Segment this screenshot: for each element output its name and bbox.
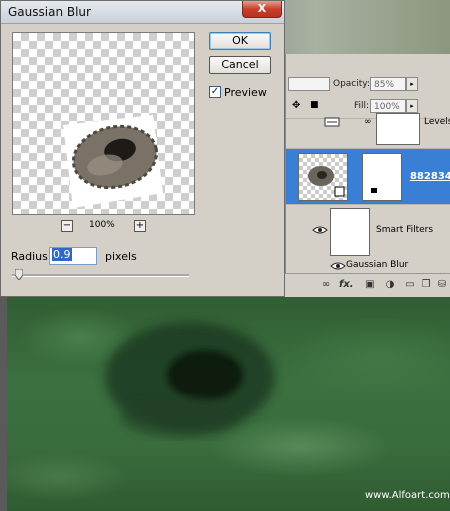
preview-checkbox[interactable]: ✓ bbox=[209, 86, 221, 98]
tire-preview-image bbox=[63, 115, 163, 208]
layer-smart-object[interactable]: 882834... bbox=[286, 148, 450, 205]
group-icon[interactable]: ▭ bbox=[403, 278, 417, 292]
cancel-button[interactable]: Cancel bbox=[209, 56, 271, 74]
layer-mask-thumbnail bbox=[362, 153, 402, 201]
opacity-row: Opacity: 85% ▸ bbox=[286, 74, 450, 96]
gaussian-blur-filter-row[interactable]: Gaussian Blur bbox=[286, 258, 450, 274]
smart-filters-row[interactable]: Smart Filters bbox=[286, 204, 450, 259]
radius-value: 0.9 bbox=[52, 248, 72, 261]
layer-name: Smart Filters bbox=[376, 225, 434, 235]
radius-input[interactable]: 0.9 bbox=[49, 247, 97, 265]
opacity-label: Opacity: bbox=[333, 79, 370, 89]
dialog-title: Gaussian Blur bbox=[8, 5, 91, 19]
layer-name: Gaussian Blur bbox=[346, 260, 409, 270]
move-lock-icon[interactable]: ✥ bbox=[292, 100, 300, 111]
watermark: www.Alfoart.com bbox=[365, 490, 450, 501]
fill-arrow-icon[interactable]: ▸ bbox=[406, 99, 418, 113]
lock-icon[interactable]: ■ bbox=[310, 100, 319, 110]
zoom-out-button[interactable]: − bbox=[61, 220, 73, 232]
zoom-level: 100% bbox=[89, 220, 115, 230]
fill-label: Fill: bbox=[354, 101, 370, 111]
blurred-tire-image bbox=[105, 322, 275, 437]
radius-slider-thumb[interactable] bbox=[14, 269, 23, 280]
opacity-input[interactable]: 85% bbox=[370, 77, 406, 91]
layer-name[interactable]: 882834... bbox=[410, 171, 450, 182]
canvas-image: www.Alfoart.com bbox=[0, 297, 450, 511]
pixels-label: pixels bbox=[105, 250, 137, 263]
layers-panel: Opacity: 85% ▸ ✥ ■ Fill: 100% ▸ ∞ Levels bbox=[285, 54, 450, 297]
preview-label: Preview bbox=[224, 86, 267, 99]
layer-name: Levels bbox=[424, 117, 450, 127]
layer-thumbnail bbox=[298, 153, 348, 201]
ok-button[interactable]: OK bbox=[209, 32, 271, 50]
mask-mark bbox=[371, 188, 377, 193]
fill-input[interactable]: 100% bbox=[370, 99, 406, 113]
layers-bottom-toolbar: ∞ fx. ▣ ◑ ▭ ❐ ⛁ bbox=[285, 273, 450, 298]
smart-filter-mask-thumbnail bbox=[330, 208, 370, 256]
fx-icon[interactable]: fx. bbox=[339, 278, 354, 292]
mask-icon[interactable]: ▣ bbox=[363, 278, 377, 292]
radius-slider-track[interactable] bbox=[12, 274, 189, 277]
zoom-in-button[interactable]: + bbox=[134, 220, 146, 232]
adjustment-icon[interactable]: ◑ bbox=[383, 278, 397, 292]
radius-label: Radius: bbox=[11, 250, 52, 263]
scroll-edge bbox=[0, 297, 7, 511]
eye-icon[interactable] bbox=[330, 261, 346, 271]
levels-adjustment-icon bbox=[324, 117, 340, 127]
link-icon[interactable]: ∞ bbox=[319, 278, 333, 292]
eye-icon[interactable] bbox=[312, 225, 328, 235]
new-layer-icon[interactable]: ❐ bbox=[419, 278, 433, 292]
close-button[interactable]: X bbox=[242, 1, 282, 18]
opacity-arrow-icon[interactable]: ▸ bbox=[406, 77, 418, 91]
layer-levels[interactable]: ∞ Levels bbox=[286, 113, 450, 149]
gaussian-blur-dialog: Gaussian Blur X − 100% + OK Cancel ✓ Pre… bbox=[0, 0, 285, 297]
mask-link-icon: ∞ bbox=[364, 117, 372, 127]
trash-icon[interactable]: ⛁ bbox=[435, 278, 449, 292]
levels-mask-thumbnail bbox=[376, 113, 420, 145]
tire-thumbnail-icon bbox=[308, 166, 345, 197]
preview-window[interactable] bbox=[12, 32, 195, 215]
fill-row: ✥ ■ Fill: 100% ▸ bbox=[286, 96, 450, 118]
